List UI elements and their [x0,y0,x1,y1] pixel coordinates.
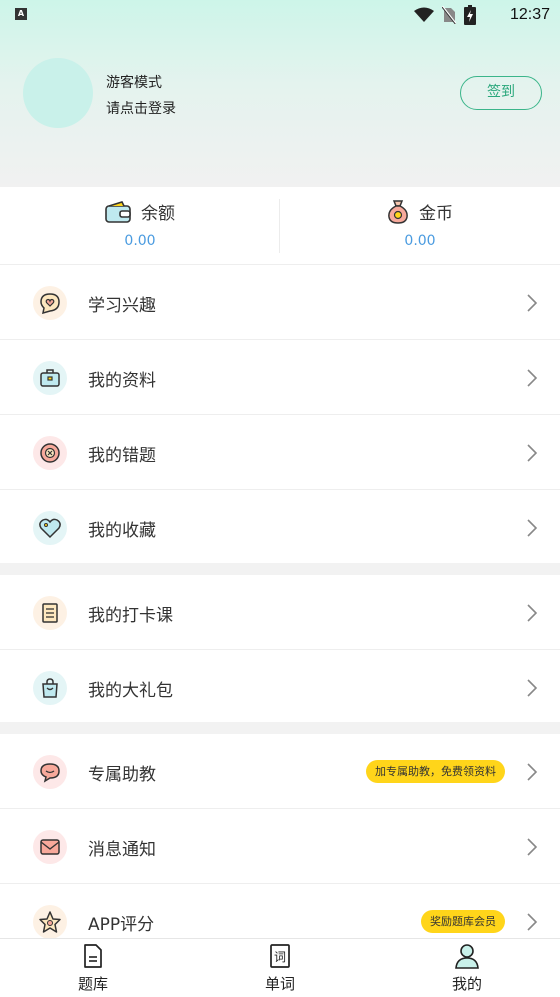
guest-mode-label: 游客模式 [106,75,162,91]
svg-text:词: 词 [274,950,286,964]
chevron-right-icon [527,679,538,697]
menu-item-assistant[interactable]: 专属助教 加专属助教，免费领资料 [0,734,560,809]
gift-bag-icon [33,671,67,705]
balance-value: 0.00 [124,233,156,249]
tab-mine[interactable]: 我的 [374,939,560,997]
chevron-right-icon [527,913,538,931]
menu-item-label: 我的错题 [88,446,156,466]
menu-item-learning-interest[interactable]: 学习兴趣 [0,265,560,340]
battery-icon [464,5,476,25]
wallet-summary: 余额 0.00 金币 0.00 [0,187,560,265]
wallet-icon [105,200,131,223]
menu-item-my-materials[interactable]: 我的资料 [0,340,560,415]
app-notification-icon: A [15,8,27,20]
chat-bubble-icon [33,755,67,789]
menu-item-label: 我的打卡课 [88,606,173,626]
menu-item-label: 我的收藏 [88,521,156,541]
coins-panel[interactable]: 金币 0.00 [280,187,560,265]
heart-tag-icon [33,511,67,545]
menu-item-label: 我的大礼包 [88,681,173,701]
star-icon [33,905,67,939]
menu-item-notifications[interactable]: 消息通知 [0,809,560,884]
assistant-promo-badge: 加专属助教，免费领资料 [366,760,505,783]
document-icon [84,944,102,968]
profile-header: A 12:37 游客模式 请点击登录 签到 [0,0,560,187]
menu-item-my-mistakes[interactable]: 我的错题 [0,415,560,490]
tab-label: 我的 [451,975,482,993]
coins-value: 0.00 [404,233,436,249]
tab-label: 单词 [264,975,295,993]
chevron-right-icon [527,369,538,387]
menu-item-label: 我的资料 [88,371,156,391]
status-time: 12:37 [509,6,550,23]
wifi-icon [414,7,434,22]
section-divider [0,563,560,575]
menu-item-checkin-courses[interactable]: 我的打卡课 [0,575,560,650]
balance-panel[interactable]: 余额 0.00 [0,187,280,265]
user-icon [455,944,479,969]
rating-reward-badge: 奖励题库会员 [421,910,505,933]
menu-item-label: APP评分 [88,915,155,935]
menu-item-gift-pack[interactable]: 我的大礼包 [0,650,560,725]
word-icon: 词 [270,944,290,968]
tab-label: 题库 [77,975,108,993]
chevron-right-icon [527,519,538,537]
tab-words[interactable]: 词 单词 [187,939,373,997]
checklist-icon [33,596,67,630]
briefcase-icon [33,361,67,395]
menu-item-label: 专属助教 [88,765,156,785]
tab-question-bank[interactable]: 题库 [0,939,186,997]
coins-label: 金币 [419,204,453,224]
avatar[interactable] [23,58,93,128]
chevron-right-icon [527,444,538,462]
status-icons [414,4,476,26]
menu-item-label: 学习兴趣 [88,296,156,316]
envelope-icon [33,830,67,864]
login-prompt-link[interactable]: 请点击登录 [106,98,176,118]
menu-item-my-favorites[interactable]: 我的收藏 [0,490,560,565]
status-bar: A 12:37 [0,0,560,30]
signin-button[interactable]: 签到 [460,76,542,110]
chevron-right-icon [527,294,538,312]
chat-heart-icon [33,286,67,320]
section-divider [0,722,560,734]
balance-label: 余额 [141,204,175,224]
chevron-right-icon [527,604,538,622]
close-circle-icon [33,436,67,470]
chevron-right-icon [527,763,538,781]
money-bag-icon [388,199,408,224]
menu-item-label: 消息通知 [88,840,156,860]
no-sim-icon [442,6,456,24]
chevron-right-icon [527,838,538,856]
bottom-tab-bar: 题库 词 单词 我的 [0,938,560,997]
